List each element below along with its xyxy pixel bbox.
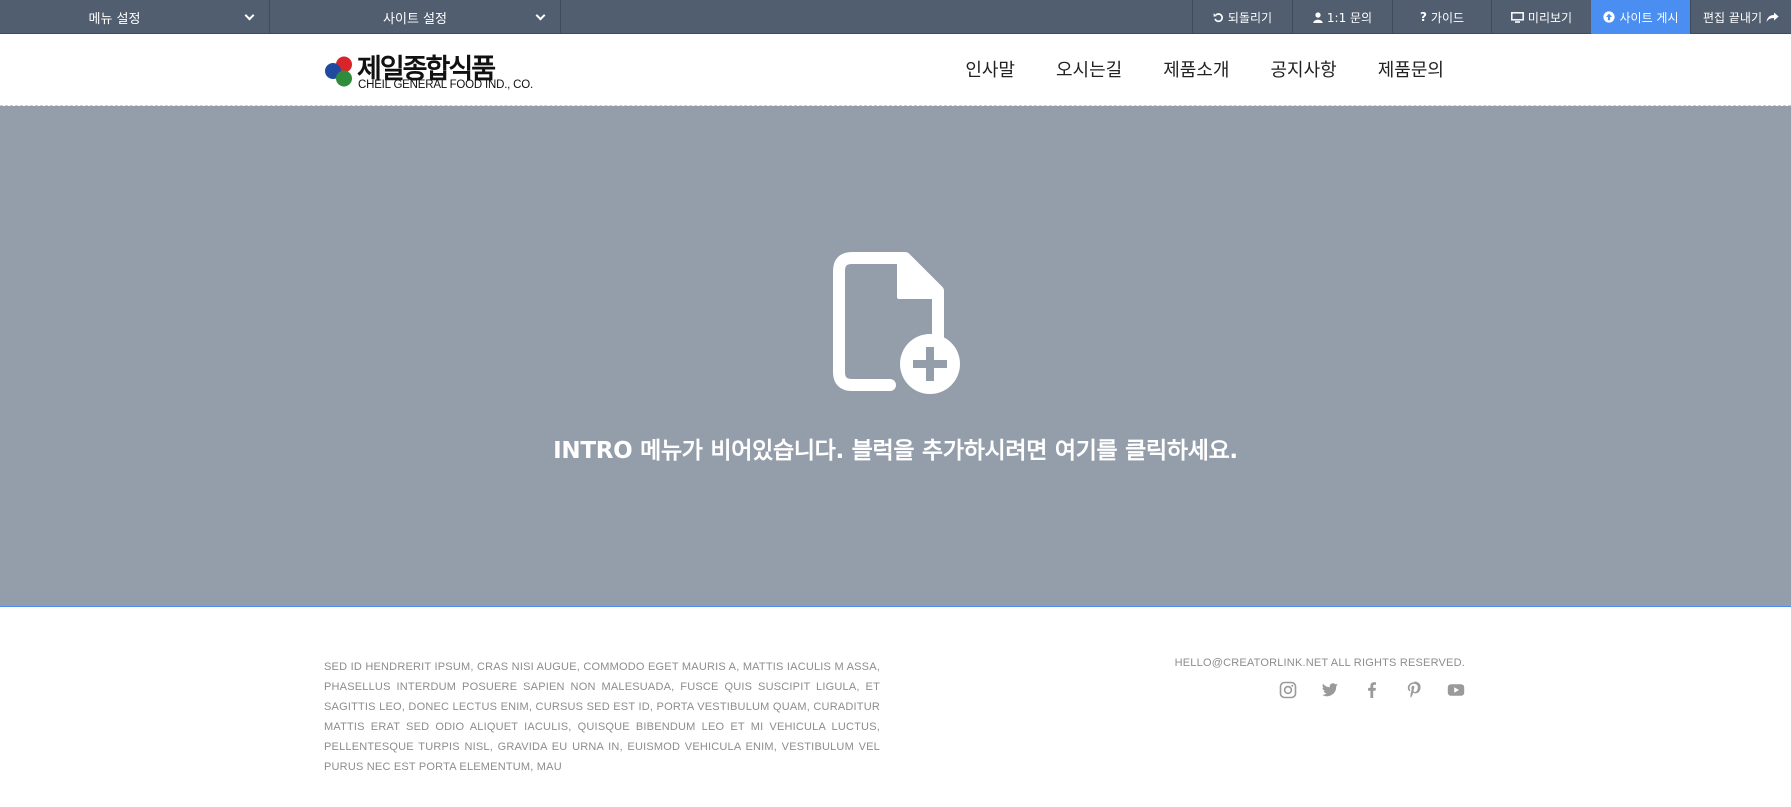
question-icon: ? <box>1419 10 1427 24</box>
site-footer: SED ID HENDRERIT IPSUM, CRAS NISI AUGUE,… <box>0 607 1791 807</box>
chevron-down-icon <box>244 10 255 21</box>
undo-label: 되돌리기 <box>1227 10 1273 25</box>
admin-toolbar: 메뉴 설정 사이트 설정 되돌리기 1:1 문의 ? 가이드 미리보기 사이트 … <box>0 0 1791 34</box>
admin-toolbar-left: 메뉴 설정 사이트 설정 <box>0 0 561 34</box>
nav-item-greeting[interactable]: 인사말 <box>965 56 1015 82</box>
preview-button[interactable]: 미리보기 <box>1491 0 1591 34</box>
upload-circle-icon <box>1603 11 1616 23</box>
guide-button[interactable]: ? 가이드 <box>1392 0 1491 34</box>
undo-icon <box>1213 12 1223 22</box>
admin-toolbar-right: 되돌리기 1:1 문의 ? 가이드 미리보기 사이트 게시 편집 끝내기 <box>1192 0 1791 34</box>
instagram-icon[interactable] <box>1279 681 1297 699</box>
finish-editing-button[interactable]: 편집 끝내기 <box>1690 0 1791 34</box>
footer-description: SED ID HENDRERIT IPSUM, CRAS NISI AUGUE,… <box>324 661 880 773</box>
logo-english-name: CHEIL GENERAL FOOD IND., CO. <box>358 79 534 91</box>
share-arrow-icon <box>1766 12 1779 22</box>
site-header: 제일종합식품 CHEIL GENERAL FOOD IND., CO. 인사말 … <box>0 34 1791 106</box>
nav-item-inquiry[interactable]: 제품문의 <box>1378 56 1444 82</box>
undo-button[interactable]: 되돌리기 <box>1192 0 1292 34</box>
user-icon <box>1313 11 1323 23</box>
footer-right: HELLO@CREATORLINK.NET ALL RIGHTS RESERVE… <box>1175 657 1465 699</box>
preview-label: 미리보기 <box>1527 10 1573 25</box>
youtube-icon[interactable] <box>1447 681 1465 699</box>
pinterest-icon[interactable] <box>1405 681 1423 699</box>
guide-label: 가이드 <box>1430 10 1465 25</box>
menu-settings-dropdown[interactable]: 메뉴 설정 <box>0 0 270 34</box>
publish-site-button[interactable]: 사이트 게시 <box>1591 0 1690 34</box>
monitor-icon <box>1510 11 1524 23</box>
menu-settings-label: 메뉴 설정 <box>88 11 141 27</box>
nav-item-products[interactable]: 제품소개 <box>1163 56 1229 82</box>
nav-item-notice[interactable]: 공지사항 <box>1271 56 1337 82</box>
nav-item-directions[interactable]: 오시는길 <box>1056 56 1122 82</box>
logo-mark-icon <box>325 56 352 87</box>
qna-label: 1:1 문의 <box>1326 10 1373 25</box>
finish-label: 편집 끝내기 <box>1702 10 1762 25</box>
main-nav: 인사말 오시는길 제품소개 공지사항 제품문의 <box>965 56 1444 82</box>
twitter-icon[interactable] <box>1321 681 1339 699</box>
publish-label: 사이트 게시 <box>1619 10 1679 25</box>
empty-intro-block[interactable]: INTRO 메뉴가 비어있습니다. 블럭을 추가하시려면 여기를 클릭하세요. <box>0 106 1791 607</box>
facebook-icon[interactable] <box>1363 681 1381 699</box>
empty-block-message: INTRO 메뉴가 비어있습니다. 블럭을 추가하시려면 여기를 클릭하세요. <box>553 438 1238 464</box>
file-add-icon <box>833 252 960 394</box>
company-logo[interactable]: 제일종합식품 CHEIL GENERAL FOOD IND., CO. <box>324 49 554 95</box>
chevron-down-icon <box>535 10 546 21</box>
site-settings-label: 사이트 설정 <box>383 11 447 27</box>
social-links <box>1175 681 1465 699</box>
site-settings-dropdown[interactable]: 사이트 설정 <box>270 0 561 34</box>
qna-button[interactable]: 1:1 문의 <box>1292 0 1392 34</box>
copyright-text: HELLO@CREATORLINK.NET ALL RIGHTS RESERVE… <box>1174 657 1465 669</box>
